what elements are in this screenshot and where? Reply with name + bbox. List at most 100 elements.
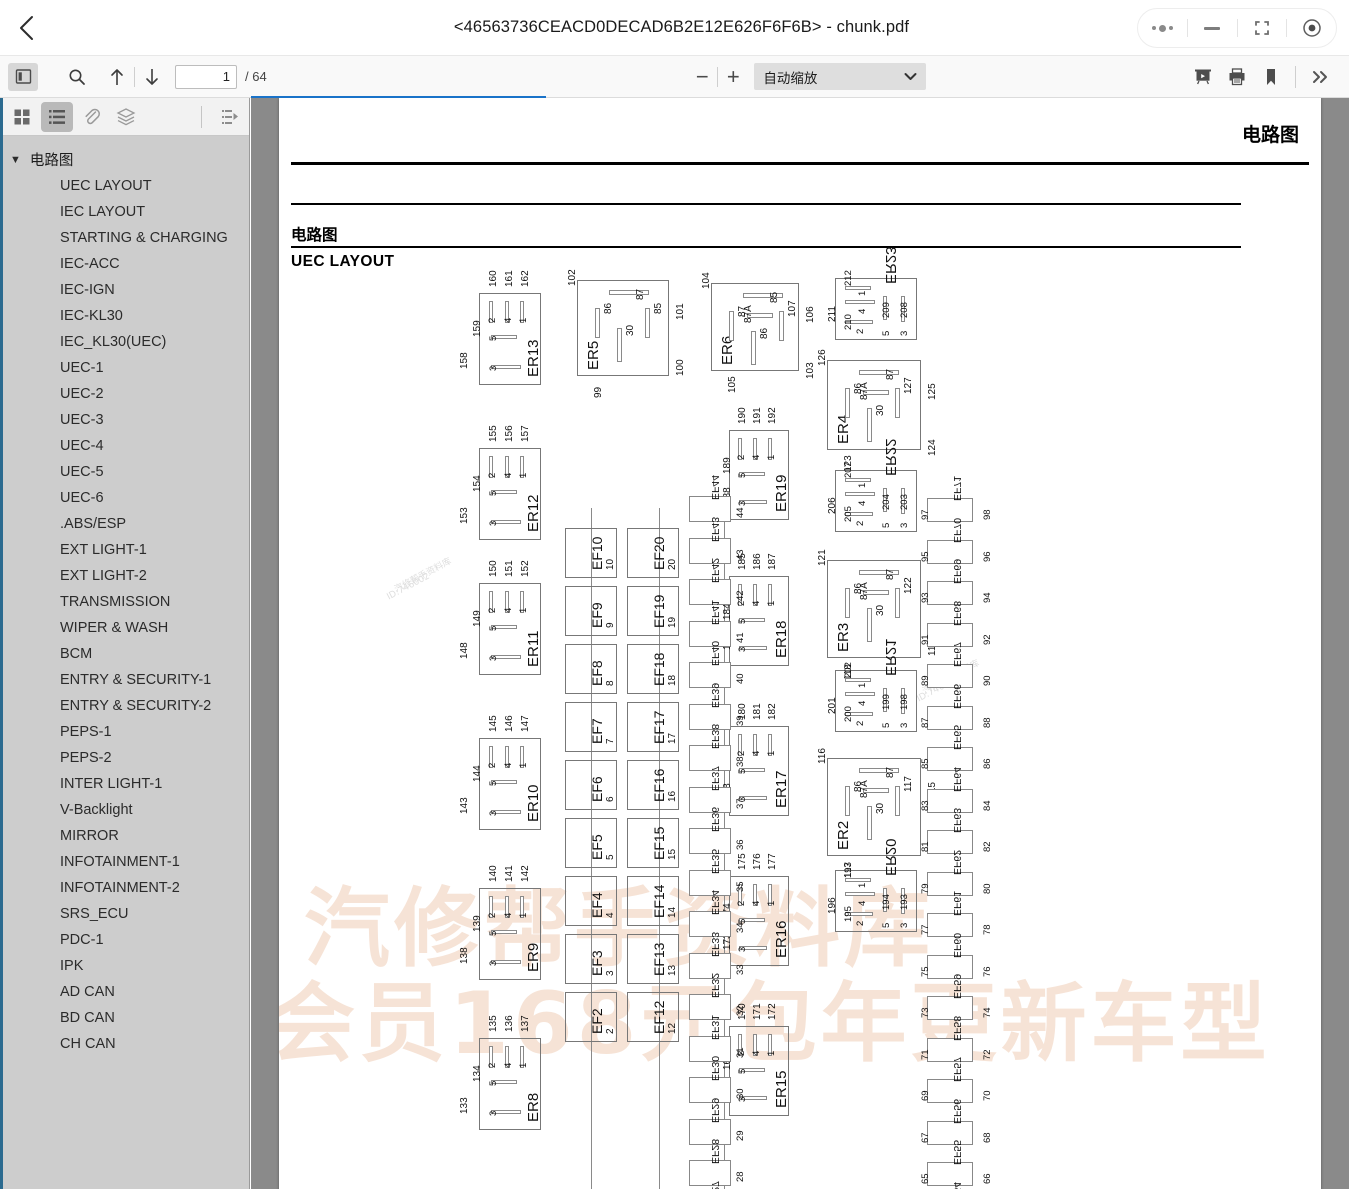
pdf-viewer[interactable]: 汽修帮手资料库 会员168元包年更新车型 汽修帮手资料库 ID:746002 汽… bbox=[251, 98, 1349, 1189]
sidebar-item-wiper-wash[interactable]: WIPER & WASH bbox=[0, 615, 249, 641]
pin-ER8-4: 4 bbox=[503, 1063, 514, 1068]
fuse-label-EF54: EF54 bbox=[951, 1181, 963, 1189]
fuse-EF60 bbox=[927, 955, 973, 979]
term-ER16-c: 177 bbox=[767, 853, 778, 870]
find-button[interactable] bbox=[60, 61, 94, 93]
sidebar-item-peps-2[interactable]: PEPS-2 bbox=[0, 745, 249, 771]
sidebar-tab-thumbnails[interactable] bbox=[6, 102, 38, 132]
outline-root-item[interactable]: ▼ 电路图 bbox=[0, 146, 249, 173]
fuse-term-left-EF64: 83 bbox=[920, 800, 931, 811]
chevron-down-icon bbox=[904, 72, 917, 81]
sidebar-item-mirror[interactable]: MIRROR bbox=[0, 823, 249, 849]
sidebar-item-inter-light-1[interactable]: INTER LIGHT-1 bbox=[0, 771, 249, 797]
sidebar-item-ad-can[interactable]: AD CAN bbox=[0, 979, 249, 1005]
sidebar-item-iec-kl30-uec[interactable]: IEC_KL30(UEC) bbox=[0, 329, 249, 355]
term-ER22-0: 207 bbox=[843, 462, 854, 478]
sidebar-item-infotainment-2[interactable]: INFOTAINMENT-2 bbox=[0, 875, 249, 901]
sidebar-item-ext-light-1[interactable]: EXT LIGHT-1 bbox=[0, 537, 249, 563]
sidebar-item-uec-2[interactable]: UEC-2 bbox=[0, 381, 249, 407]
sidebar-tab-attachments[interactable] bbox=[76, 102, 108, 132]
fuse-term-right-EF55: 66 bbox=[982, 1173, 993, 1184]
sidebar-item-srs-ecu[interactable]: SRS_ECU bbox=[0, 901, 249, 927]
sidebar-item-iec-ign[interactable]: IEC-IGN bbox=[0, 277, 249, 303]
sidebar-item-uec-5[interactable]: UEC-5 bbox=[0, 459, 249, 485]
sidebar-item-entry-security-2[interactable]: ENTRY & SECURITY-2 bbox=[0, 693, 249, 719]
sidebar-tab-layers[interactable] bbox=[110, 102, 142, 132]
chevron-down-icon[interactable]: ▼ bbox=[10, 154, 21, 166]
pin-ER16-3: 3 bbox=[737, 947, 748, 952]
sidebar-item-ext-light-2[interactable]: EXT LIGHT-2 bbox=[0, 563, 249, 589]
fuse-label-EF55: EF55 bbox=[951, 1140, 963, 1165]
fuse-label-EF19: EF19 bbox=[651, 595, 667, 628]
sidebar-item-iec-kl30[interactable]: IEC-KL30 bbox=[0, 303, 249, 329]
fuse-number-EF30: 30 bbox=[735, 1088, 746, 1099]
sidebar-icon bbox=[15, 68, 32, 85]
restore-button[interactable] bbox=[1238, 8, 1287, 48]
term-ER23-9: 211 bbox=[827, 306, 838, 322]
fuse-number-EF28: 28 bbox=[735, 1171, 746, 1182]
fuse-term-right-EF70: 96 bbox=[982, 551, 993, 562]
previous-page-button[interactable] bbox=[100, 61, 134, 93]
pin-ER13-3: 3 bbox=[488, 366, 499, 371]
minimize-button[interactable] bbox=[1188, 8, 1237, 48]
sidebar-item-uec-3[interactable]: UEC-3 bbox=[0, 407, 249, 433]
sidebar-item-bd-can[interactable]: BD CAN bbox=[0, 1005, 249, 1031]
sidebar-item-ch-can[interactable]: CH CAN bbox=[0, 1031, 249, 1057]
more-tools-button[interactable] bbox=[1303, 61, 1337, 93]
sidebar-item-pdc-1[interactable]: PDC-1 bbox=[0, 927, 249, 953]
pin-ER5-30: 30 bbox=[625, 325, 636, 336]
zoom-in-button[interactable]: + bbox=[720, 63, 746, 91]
pin-ER10-1: 1 bbox=[518, 763, 529, 768]
next-page-button[interactable] bbox=[135, 61, 169, 93]
zoom-level-select[interactable]: 自动缩放 bbox=[754, 63, 926, 90]
presentation-mode-button[interactable] bbox=[1186, 61, 1220, 93]
pin-ER21-2: 2 bbox=[855, 721, 866, 726]
sidebar-item-uec-6[interactable]: UEC-6 bbox=[0, 485, 249, 511]
sidebar-item-starting-charging[interactable]: STARTING & CHARGING bbox=[0, 225, 249, 251]
thumbnails-icon bbox=[13, 108, 31, 126]
sidebar-item-transmission[interactable]: TRANSMISSION bbox=[0, 589, 249, 615]
zoom-out-button[interactable]: − bbox=[689, 63, 715, 91]
fuse-label-EF60: EF60 bbox=[951, 932, 963, 957]
term-ER17-b: 181 bbox=[752, 703, 763, 720]
sidebar-item-bcm[interactable]: BCM bbox=[0, 641, 249, 667]
sidebar-item-v-backlight[interactable]: V-Backlight bbox=[0, 797, 249, 823]
sidebar-item-ipk[interactable]: IPK bbox=[0, 953, 249, 979]
sidebar-collapse-all-button[interactable] bbox=[214, 102, 246, 132]
record-button[interactable] bbox=[1287, 8, 1336, 48]
pin-ER20-5: 5 bbox=[881, 923, 892, 928]
term-ER5-1: 101 bbox=[675, 303, 686, 320]
pin-ER16-4: 4 bbox=[751, 901, 762, 906]
more-options-button[interactable] bbox=[1138, 8, 1187, 48]
relay-label-ER3: ER3 bbox=[835, 623, 852, 652]
sidebar-item-uec-layout[interactable]: UEC LAYOUT bbox=[0, 173, 249, 199]
term-ER9-a: 140 bbox=[488, 865, 499, 882]
fuse-number-EF3: 3 bbox=[605, 970, 616, 976]
sidebar-item-uec-1[interactable]: UEC-1 bbox=[0, 355, 249, 381]
toggle-sidebar-button[interactable] bbox=[8, 63, 38, 91]
sidebar-tab-outline[interactable] bbox=[41, 102, 73, 132]
term-ER10-a: 145 bbox=[488, 715, 499, 732]
sidebar-item-abs-esp[interactable]: .ABS/ESP bbox=[0, 511, 249, 537]
fuse-number-EF43: 43 bbox=[735, 549, 746, 560]
back-button[interactable] bbox=[0, 0, 54, 56]
fuse-label-EF65: EF65 bbox=[951, 725, 963, 750]
fuse-number-EF19: 19 bbox=[667, 617, 678, 628]
sidebar-item-peps-1[interactable]: PEPS-1 bbox=[0, 719, 249, 745]
sidebar-item-iec-layout[interactable]: IEC LAYOUT bbox=[0, 199, 249, 225]
print-button[interactable] bbox=[1220, 61, 1254, 93]
term-ER23-3: 209 bbox=[881, 302, 892, 318]
fuse-EF70 bbox=[927, 540, 973, 564]
sidebar-item-uec-4[interactable]: UEC-4 bbox=[0, 433, 249, 459]
pin-ER8-3: 3 bbox=[488, 1111, 499, 1116]
fuse-label-EF35: EF35 bbox=[709, 848, 721, 873]
sidebar-item-iec-acc[interactable]: IEC-ACC bbox=[0, 251, 249, 277]
sidebar-item-entry-security-1[interactable]: ENTRY & SECURITY-1 bbox=[0, 667, 249, 693]
pin-ER18-3: 3 bbox=[737, 647, 748, 652]
fuse-label-EF2: EF2 bbox=[589, 1008, 605, 1034]
page-number-input[interactable] bbox=[175, 65, 237, 89]
term-ER10-b: 146 bbox=[504, 715, 515, 732]
fuse-label-EF44: EF44 bbox=[709, 475, 721, 500]
bookmark-button[interactable] bbox=[1254, 61, 1288, 93]
sidebar-item-infotainment-1[interactable]: INFOTAINMENT-1 bbox=[0, 849, 249, 875]
